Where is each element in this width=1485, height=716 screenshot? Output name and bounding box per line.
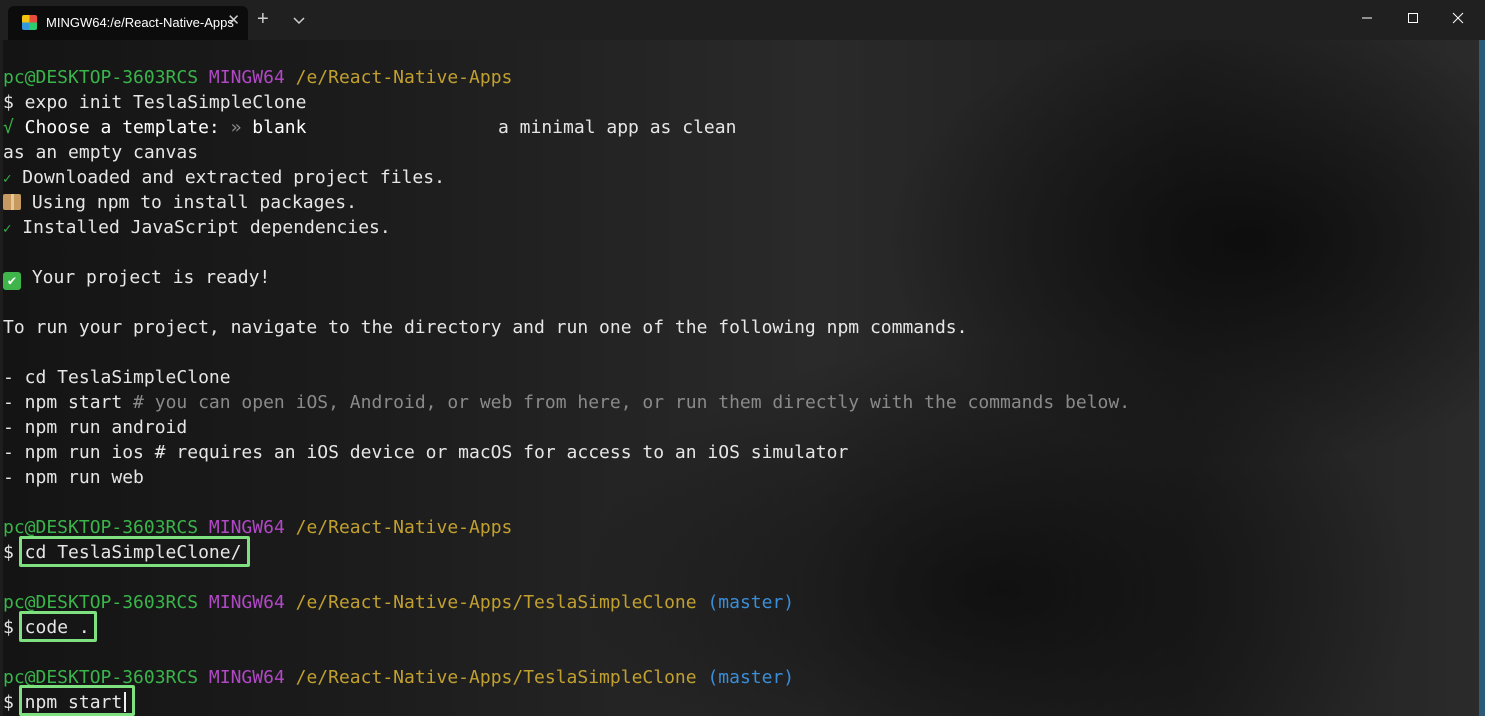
minimize-icon[interactable] xyxy=(1357,10,1377,30)
background-window-edge xyxy=(1479,40,1485,716)
tab-title: MINGW64:/e/React-Native-Apps xyxy=(46,15,234,30)
highlight-box xyxy=(19,611,97,642)
instructions-line: To run your project, navigate to the dir… xyxy=(3,317,968,338)
new-tab-icon[interactable]: + xyxy=(257,9,269,29)
template-choice-line: √ Choose a template: » blank xyxy=(3,117,307,138)
command-line: $ expo init TeslaSimpleClone xyxy=(3,92,307,113)
using-npm-line: Using npm to install packages. xyxy=(3,190,357,215)
window-border xyxy=(0,40,3,716)
package-icon xyxy=(3,194,21,210)
chevron-down-icon[interactable] xyxy=(292,13,306,31)
instruction-android: - npm run android xyxy=(3,417,188,438)
downloaded-line: ✓ Downloaded and extracted project files… xyxy=(3,167,445,188)
instruction-ios: - npm run ios # requires an iOS device o… xyxy=(3,442,849,463)
prompt-line: pc@DESKTOP-3603RCS MINGW64 /e/React-Nati… xyxy=(3,592,795,613)
close-icon[interactable] xyxy=(1448,10,1468,30)
check-icon: √ xyxy=(3,117,14,138)
template-description: a minimal app as clean xyxy=(498,117,737,138)
mingw-icon xyxy=(22,15,37,30)
installed-line: ✓ Installed JavaScript dependencies. xyxy=(3,217,391,238)
prompt-line: pc@DESKTOP-3603RCS MINGW64 /e/React-Nati… xyxy=(3,67,513,88)
text-cursor xyxy=(124,692,126,712)
terminal-tab[interactable]: MINGW64:/e/React-Native-Apps ✕ xyxy=(8,6,248,40)
template-description-cont: as an empty canvas xyxy=(3,142,199,163)
tab-close-icon[interactable]: ✕ xyxy=(227,11,240,29)
checkmark-box-icon: ✔ xyxy=(3,272,21,290)
instruction-cd: - cd TeslaSimpleClone xyxy=(3,367,231,388)
title-bar: MINGW64:/e/React-Native-Apps ✕ + xyxy=(0,0,1485,40)
terminal-output[interactable]: pc@DESKTOP-3603RCS MINGW64 /e/React-Nati… xyxy=(0,40,1485,716)
instruction-web: - npm run web xyxy=(3,467,144,488)
ready-line: ✔ Your project is ready! xyxy=(3,265,270,290)
maximize-icon[interactable] xyxy=(1403,10,1423,30)
instruction-npm-start: - npm start # you can open iOS, Android,… xyxy=(3,392,1131,413)
highlight-box xyxy=(19,536,250,567)
highlight-box xyxy=(19,685,135,716)
